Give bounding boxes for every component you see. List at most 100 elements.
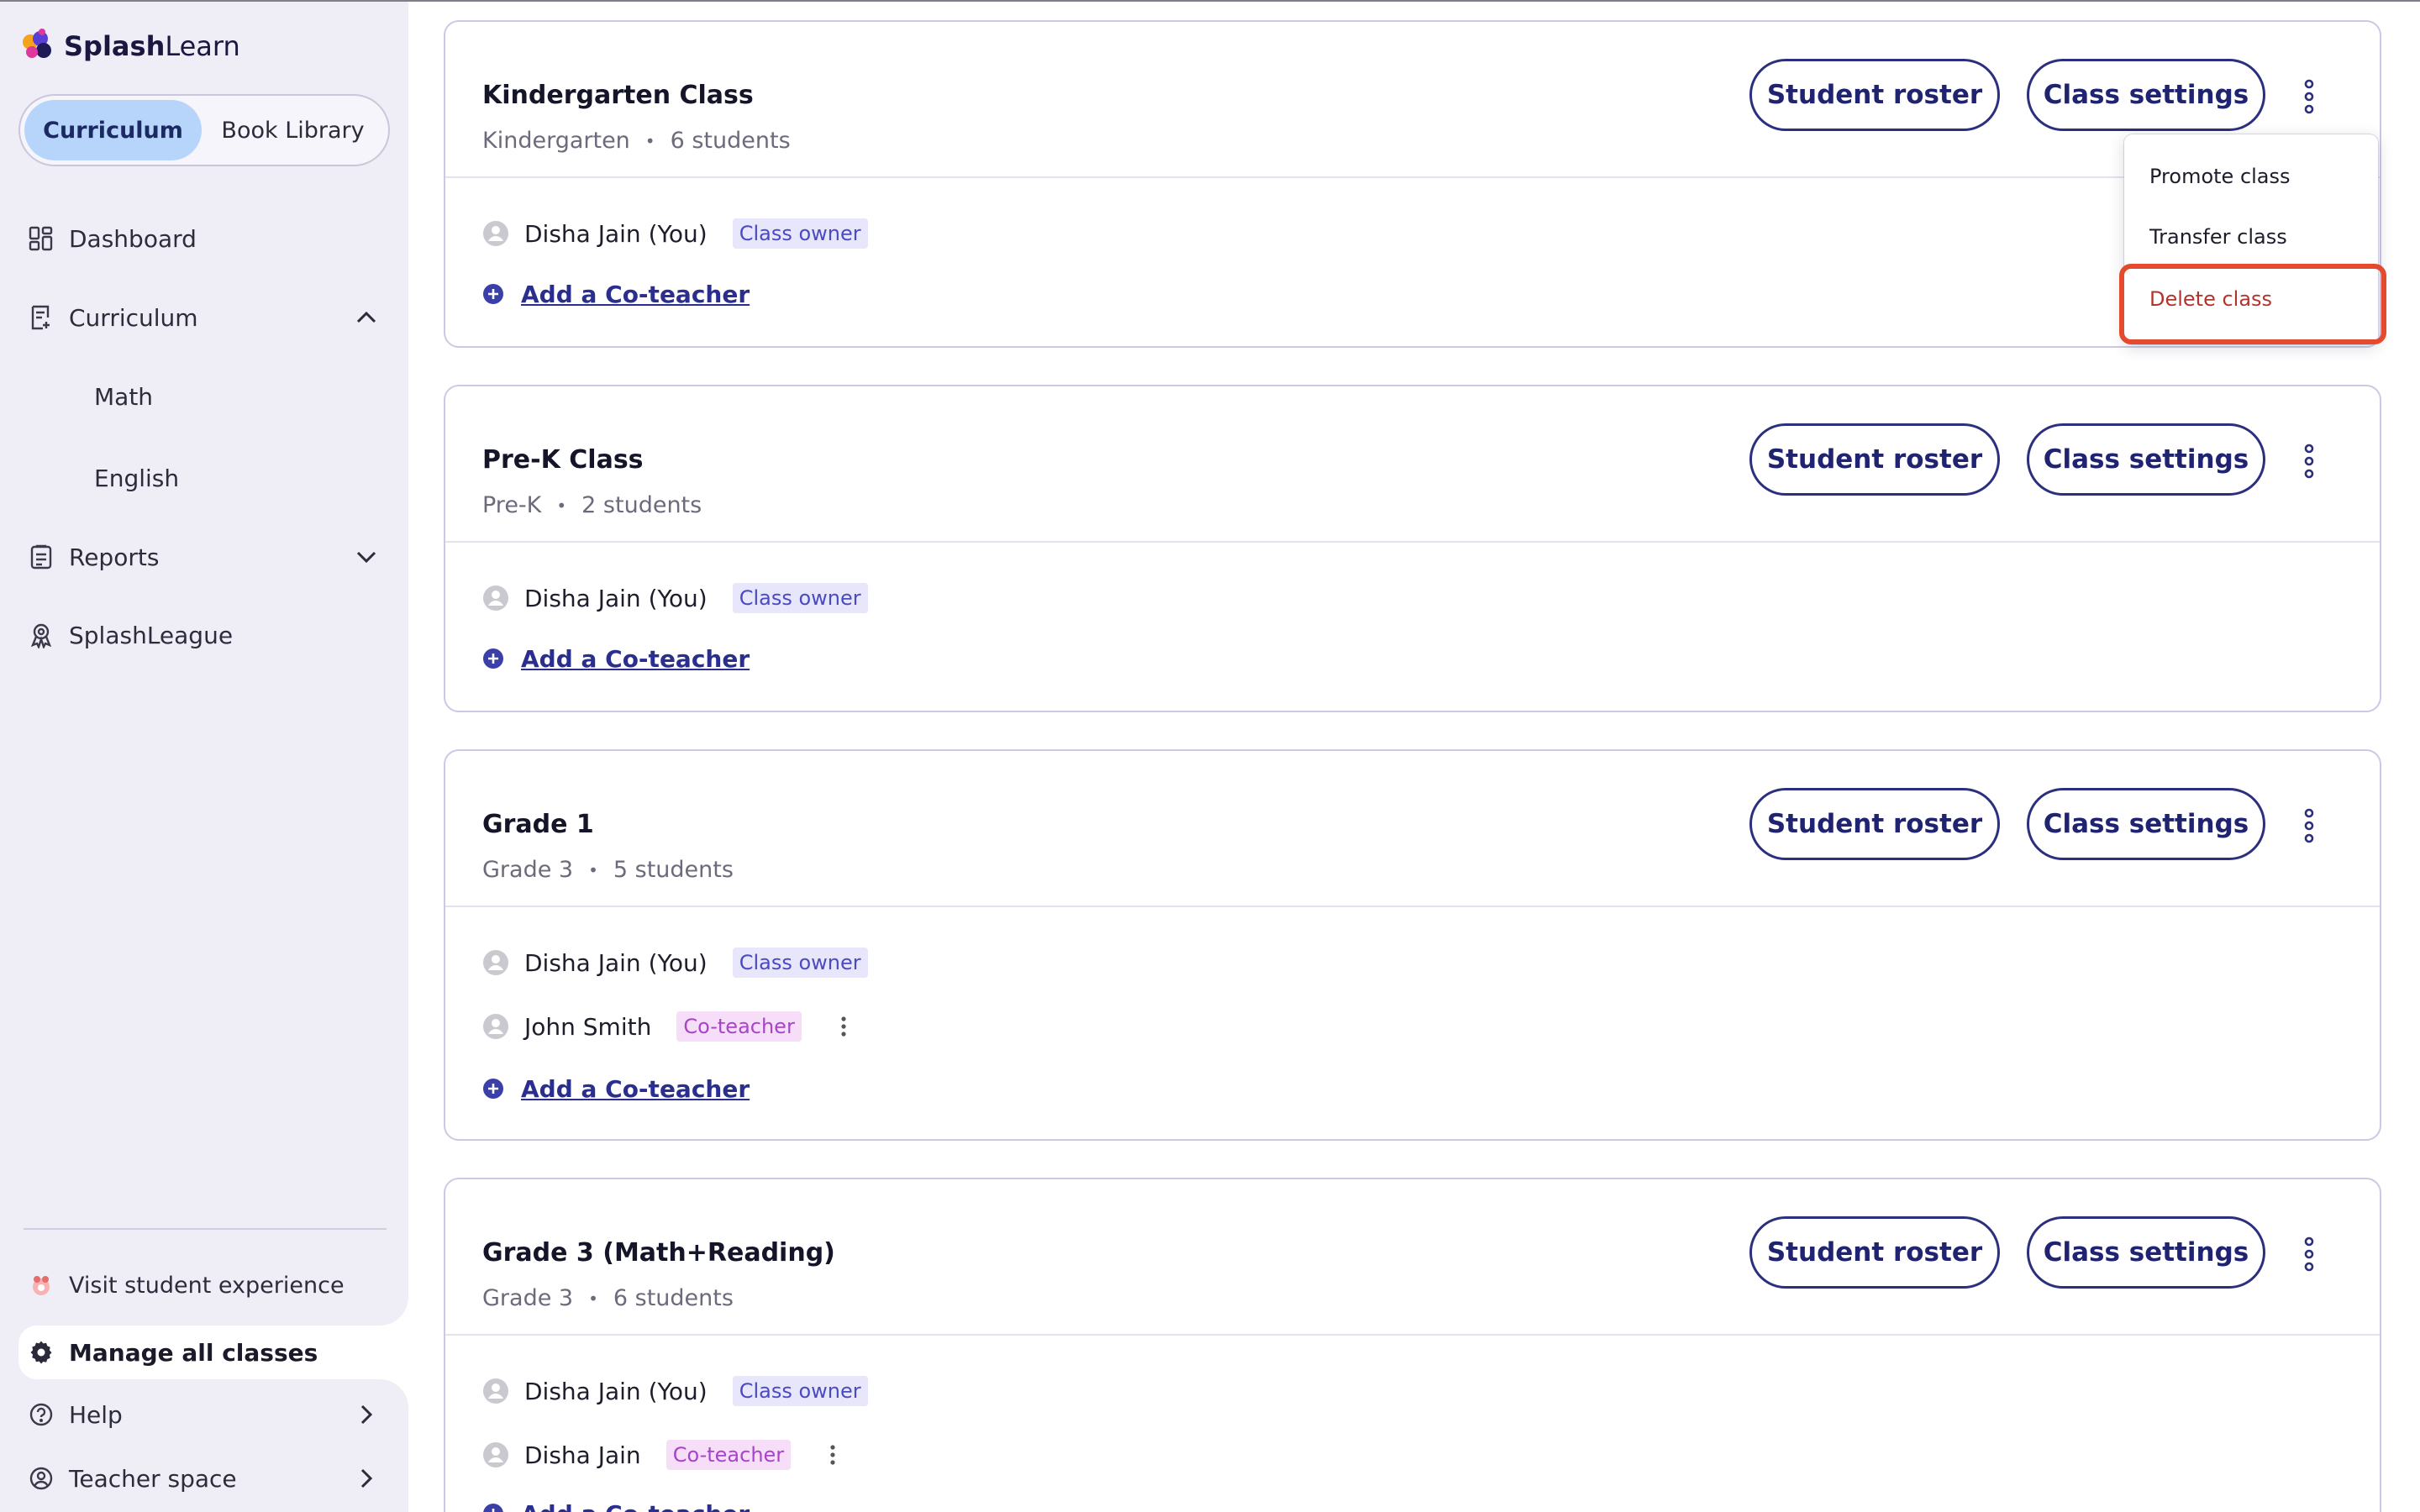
- transfer-class-option[interactable]: Transfer class: [2149, 220, 2287, 254]
- sidebar-item-label: Reports: [69, 543, 160, 571]
- sidebar-divider: [24, 1228, 387, 1230]
- add-co-teacher-link[interactable]: Add a Co-teacher: [482, 640, 750, 677]
- class-meta: Pre-K • 2 students: [482, 492, 702, 518]
- class-grade: Pre-K: [482, 492, 542, 518]
- class-card-grade-3: Grade 3 (Math+Reading) Grade 3 • 6 stude…: [444, 1178, 2381, 1512]
- sidebar-item-dashboard[interactable]: Dashboard: [27, 215, 197, 262]
- teacher-name: John Smith: [524, 1012, 652, 1041]
- sidebar-item-label: Teacher space: [69, 1464, 237, 1493]
- sidebar-item-reports[interactable]: Reports: [27, 533, 159, 580]
- student-roster-button[interactable]: Student roster: [1749, 788, 2000, 860]
- more-options-icon[interactable]: [2291, 805, 2328, 847]
- avatar-icon: [483, 1014, 508, 1039]
- avatar-icon: [483, 950, 508, 975]
- class-settings-button[interactable]: Class settings: [2027, 788, 2265, 860]
- teacher-row: John Smith Co-teacher: [482, 1008, 852, 1045]
- splashleague-icon: [27, 621, 55, 649]
- chevron-right-icon[interactable]: [351, 1463, 381, 1494]
- splashlearn-logo-icon: [23, 29, 51, 58]
- sidebar-item-visit-student[interactable]: Visit student experience: [27, 1262, 345, 1309]
- more-options-icon[interactable]: [2291, 1233, 2328, 1275]
- gear-icon: [27, 1338, 55, 1367]
- add-circle-icon: [483, 284, 503, 304]
- user-circle-icon: [27, 1464, 55, 1493]
- help-icon: [27, 1400, 55, 1429]
- sidebar-item-teacher-space[interactable]: Teacher space: [27, 1455, 237, 1502]
- class-grade: Grade 3: [482, 1285, 574, 1311]
- add-co-teacher-link[interactable]: Add a Co-teacher: [482, 1070, 750, 1107]
- avatar-icon: [483, 221, 508, 246]
- add-circle-icon: [483, 648, 503, 669]
- class-grade: Kindergarten: [482, 128, 630, 154]
- top-border: [0, 0, 2420, 2]
- sidebar-item-splashleague[interactable]: SplashLeague: [27, 612, 233, 659]
- teacher-row: Disha Jain (You) Class owner: [482, 580, 868, 617]
- sidebar-item-manage-classes[interactable]: Manage all classes: [27, 1329, 318, 1376]
- sidebar-item-english[interactable]: English: [94, 457, 179, 499]
- class-owner-badge: Class owner: [732, 948, 868, 978]
- student-roster-button[interactable]: Student roster: [1749, 1216, 2000, 1289]
- chevron-down-icon[interactable]: [351, 542, 381, 572]
- teacher-row: Disha Jain (You) Class owner: [482, 1373, 868, 1410]
- promote-class-option[interactable]: Promote class: [2149, 160, 2291, 193]
- student-roster-button[interactable]: Student roster: [1749, 59, 2000, 131]
- delete-class-option[interactable]: Delete class: [2149, 282, 2272, 316]
- class-card-prek: Pre-K Class Pre-K • 2 students Student r…: [444, 385, 2381, 712]
- teacher-row: Disha Jain (You) Class owner: [482, 215, 868, 252]
- avatar-icon: [483, 585, 508, 611]
- student-avatar-icon: [27, 1271, 55, 1299]
- sidebar-item-curriculum[interactable]: Curriculum: [27, 294, 198, 341]
- class-settings-button[interactable]: Class settings: [2027, 1216, 2265, 1289]
- sidebar: SplashLearn Curriculum Book Library Dash…: [0, 0, 408, 1512]
- class-card-kindergarten: Kindergarten Class Kindergarten • 6 stud…: [444, 20, 2381, 348]
- class-settings-button[interactable]: Class settings: [2027, 59, 2265, 131]
- class-owner-badge: Class owner: [732, 218, 868, 249]
- curriculum-library-toggle: Curriculum Book Library: [18, 94, 390, 166]
- add-co-teacher-link[interactable]: Add a Co-teacher: [482, 1495, 750, 1512]
- sidebar-item-label: Manage all classes: [69, 1338, 318, 1367]
- teacher-options-icon[interactable]: [835, 1013, 852, 1040]
- curriculum-icon: [27, 303, 55, 332]
- teacher-name: Disha Jain: [524, 1441, 641, 1469]
- avatar-icon: [483, 1442, 508, 1467]
- sidebar-item-help[interactable]: Help: [27, 1391, 123, 1438]
- add-circle-icon: [483, 1504, 503, 1512]
- class-settings-button[interactable]: Class settings: [2027, 423, 2265, 496]
- avatar-icon: [483, 1378, 508, 1404]
- add-circle-icon: [483, 1079, 503, 1099]
- class-owner-badge: Class owner: [732, 1376, 868, 1406]
- class-student-count: 2 students: [581, 492, 702, 518]
- add-co-teacher-link[interactable]: Add a Co-teacher: [482, 276, 750, 312]
- sidebar-item-label: Visit student experience: [69, 1272, 345, 1299]
- class-title: Grade 1: [482, 810, 594, 839]
- add-co-teacher-label: Add a Co-teacher: [521, 280, 750, 308]
- logo-text-bold: Splash: [64, 30, 166, 62]
- class-title: Kindergarten Class: [482, 81, 754, 110]
- teacher-row: Disha Jain Co-teacher: [482, 1436, 841, 1473]
- class-meta: Kindergarten • 6 students: [482, 128, 791, 154]
- more-options-icon[interactable]: [2291, 76, 2328, 118]
- chevron-right-icon[interactable]: [351, 1399, 381, 1430]
- class-student-count: 6 students: [613, 1285, 734, 1311]
- sidebar-item-math[interactable]: Math: [94, 375, 153, 417]
- splashlearn-logo[interactable]: SplashLearn: [18, 25, 240, 67]
- sidebar-item-label: Curriculum: [69, 303, 198, 332]
- teacher-name: Disha Jain (You): [524, 584, 708, 612]
- more-options-icon[interactable]: [2291, 440, 2328, 482]
- class-title: Grade 3 (Math+Reading): [482, 1238, 835, 1268]
- toggle-book-library[interactable]: Book Library: [202, 100, 384, 160]
- reports-icon: [27, 543, 55, 571]
- student-roster-button[interactable]: Student roster: [1749, 423, 2000, 496]
- teacher-options-icon[interactable]: [824, 1441, 841, 1468]
- teacher-name: Disha Jain (You): [524, 1377, 708, 1405]
- class-student-count: 5 students: [613, 857, 734, 883]
- sidebar-item-label: Dashboard: [69, 224, 197, 253]
- logo-text-rest: Learn: [165, 30, 240, 62]
- chevron-up-icon[interactable]: [351, 302, 381, 333]
- add-co-teacher-label: Add a Co-teacher: [521, 644, 750, 673]
- class-title: Pre-K Class: [482, 445, 644, 475]
- toggle-curriculum[interactable]: Curriculum: [24, 100, 203, 160]
- teacher-row: Disha Jain (You) Class owner: [482, 944, 868, 981]
- class-meta: Grade 3 • 6 students: [482, 1285, 734, 1311]
- class-student-count: 6 students: [670, 128, 791, 154]
